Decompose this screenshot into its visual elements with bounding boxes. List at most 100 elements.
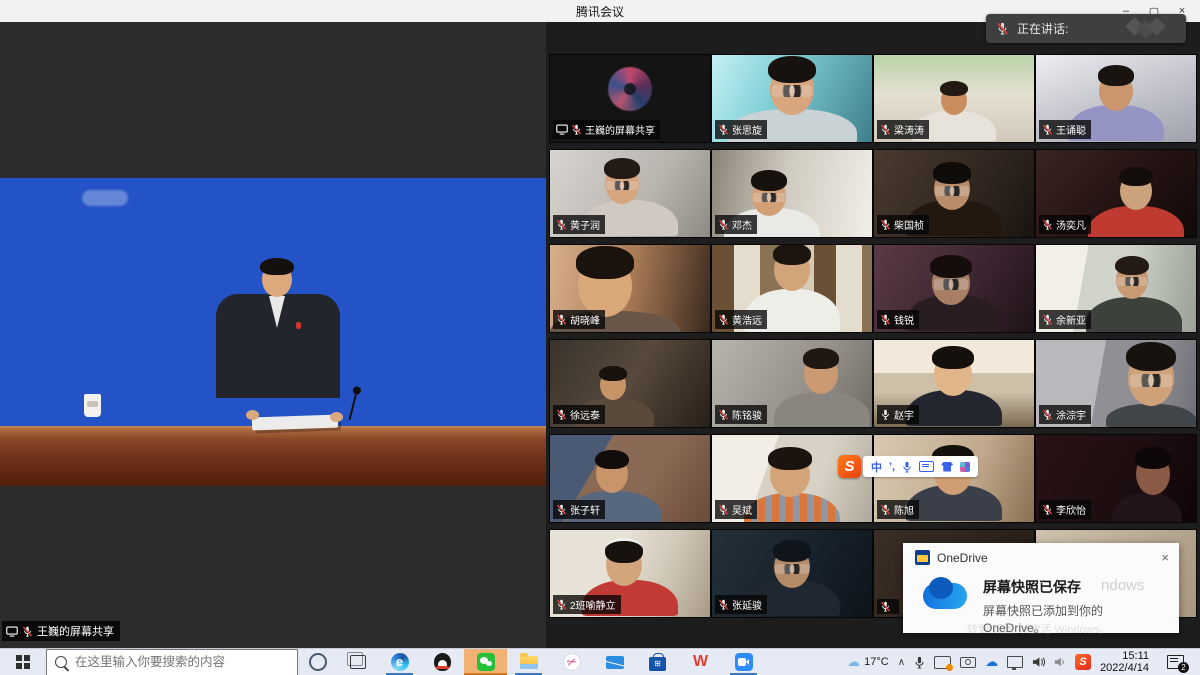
punctuation-toggle[interactable]: ’, — [889, 461, 895, 473]
tray-microphone-icon[interactable] — [914, 656, 925, 669]
action-center-button[interactable]: 2 — [1158, 649, 1192, 675]
participant-name: 张子轩 — [570, 502, 600, 517]
participant-tile[interactable]: 梁涛涛 — [874, 55, 1034, 142]
participant-face — [578, 255, 632, 317]
participant-tile[interactable]: 钱锐 — [874, 245, 1034, 332]
muted-mic-icon — [556, 599, 567, 610]
taskbar-search-box[interactable] — [46, 649, 298, 675]
participant-tile[interactable]: 黄浩远 — [712, 245, 872, 332]
system-tray: ☁ 17°C ∧ ☁ S 15:11 2022/4/14 — [847, 649, 1200, 675]
muted-mic-icon — [556, 504, 567, 515]
temperature: 17°C — [864, 656, 889, 668]
taskbar-app-file-explorer[interactable] — [507, 649, 550, 675]
activate-windows-watermark: 转到“设置”以激活 Windows。 — [967, 621, 1110, 637]
onedrive-tray-icon[interactable]: ☁ — [985, 654, 998, 670]
taskbar-app-mail[interactable] — [593, 649, 636, 675]
participant-name: 张思旋 — [732, 122, 762, 137]
muted-mic-icon — [880, 601, 891, 612]
participant-face — [606, 544, 642, 586]
weather-widget[interactable]: ☁ 17°C — [847, 654, 889, 670]
participant-face — [932, 261, 970, 305]
participant-face — [934, 352, 972, 396]
participant-tile[interactable]: 张子轩 — [550, 435, 710, 522]
taskbar-clock[interactable]: 15:11 2022/4/14 — [1100, 650, 1149, 675]
taskbar-app-wps[interactable]: W — [679, 649, 722, 675]
participant-tile[interactable]: 胡晓峰 — [550, 245, 710, 332]
participant-name-label: 张子轩 — [553, 500, 605, 519]
cortana-button[interactable] — [298, 649, 338, 675]
participant-tile[interactable]: 徐远泰 — [550, 340, 710, 427]
participant-name-label: 黄子润 — [553, 215, 605, 234]
voice-input-icon[interactable] — [902, 461, 912, 473]
participant-face — [770, 63, 814, 115]
participant-tile[interactable]: 张思旋 — [712, 55, 872, 142]
cortana-icon — [309, 653, 327, 671]
toolbox-icon[interactable] — [960, 462, 970, 472]
taskbar-app-tencent-meeting[interactable] — [722, 649, 765, 675]
taskbar-app-edge[interactable]: e — [378, 649, 421, 675]
participant-tile[interactable]: 张延骏 — [712, 530, 872, 617]
participant-tile[interactable]: 邓杰 — [712, 150, 872, 237]
participant-tile[interactable]: 黄子润 — [550, 150, 710, 237]
muted-mic-icon — [1042, 409, 1053, 420]
start-button[interactable] — [0, 649, 46, 675]
participant-tile[interactable]: 柴国桢 — [874, 150, 1034, 237]
muted-mic-icon — [556, 219, 567, 230]
participant-tile[interactable]: 赵宇 — [874, 340, 1034, 427]
onedrive-cloud-icon — [919, 579, 971, 613]
participant-name: 赵宇 — [894, 407, 914, 422]
participant-body — [744, 493, 840, 522]
sogou-toolbar-bar: 中 ’, — [863, 456, 978, 477]
participant-name-label — [877, 599, 899, 614]
participant-face — [774, 546, 810, 588]
onedrive-notification[interactable]: OneDrive × 屏幕快照已保存 屏幕快照已添加到你的 OneDrive。 … — [903, 543, 1179, 633]
muted-mic-icon — [880, 124, 891, 135]
taskbar-app-microsoft-store[interactable]: ⊞ — [636, 649, 679, 675]
participant-tile[interactable]: 2班喻静立 — [550, 530, 710, 617]
skin-icon[interactable] — [941, 462, 953, 472]
participant-tile[interactable]: 涂淙宇 — [1036, 340, 1196, 427]
participant-name-label: 赵宇 — [877, 405, 919, 424]
screen-share-label: 王巍的屏幕共享 — [2, 621, 120, 641]
speaker-icon[interactable] — [1032, 656, 1045, 668]
shared-screen-video[interactable] — [0, 178, 546, 486]
projection-icon[interactable] — [934, 656, 951, 669]
display-icon[interactable] — [1007, 656, 1023, 668]
screen-share-label-text: 王巍的屏幕共享 — [37, 623, 114, 639]
speaking-indicator[interactable]: 正在讲话: — [986, 14, 1186, 43]
hidden-icons-chevron[interactable]: ∧ — [898, 657, 905, 668]
participant-body — [1086, 297, 1182, 332]
muted-mic-icon — [718, 599, 729, 610]
participant-tile[interactable]: 吴斌 — [712, 435, 872, 522]
volume-mixer-icon[interactable] — [1054, 656, 1066, 668]
participant-tile[interactable]: 陈铭骏 — [712, 340, 872, 427]
participant-name: 陈旭 — [894, 502, 914, 517]
taskbar-app-qq[interactable] — [421, 649, 464, 675]
muted-mic-icon — [880, 504, 891, 515]
keyboard-icon[interactable] — [919, 461, 934, 472]
participant-name: 汤奕凡 — [1056, 217, 1086, 232]
notification-close-button[interactable]: × — [1161, 550, 1169, 565]
participant-name: 涂淙宇 — [1056, 407, 1086, 422]
participant-tile[interactable]: 王巍的屏幕共享 — [550, 55, 710, 142]
muted-mic-icon — [556, 314, 567, 325]
participant-name: 王诵聪 — [1056, 122, 1086, 137]
participant-tile[interactable]: 王诵聪 — [1036, 55, 1196, 142]
muted-mic-icon — [996, 22, 1009, 35]
taskbar-app-wechat[interactable] — [464, 649, 507, 675]
participant-tile[interactable]: 陈旭 — [874, 435, 1034, 522]
camera-icon[interactable] — [960, 657, 976, 668]
sogou-input-toolbar[interactable]: S 中 ’, — [838, 455, 978, 478]
search-input[interactable] — [73, 654, 277, 670]
edge-icon: e — [391, 653, 409, 671]
participant-tile[interactable]: 李欣怡 — [1036, 435, 1196, 522]
participant-tile[interactable]: 汤奕凡 — [1036, 150, 1196, 237]
participant-tile[interactable]: 余新亚 — [1036, 245, 1196, 332]
participant-name: 李欣怡 — [1056, 502, 1086, 517]
sogou-logo-icon[interactable]: S — [838, 455, 861, 478]
taskbar-app-screenshot-tool[interactable]: ✂ — [550, 649, 593, 675]
participant-grid: 王巍的屏幕共享张思旋 梁涛涛王诵聪黄子润 邓杰柴国桢汤奕凡胡晓峰黄浩远钱锐余新亚徐远… — [550, 55, 1196, 617]
sogou-tray-icon[interactable]: S — [1075, 654, 1091, 670]
task-view-button[interactable] — [338, 649, 378, 675]
chinese-mode-toggle[interactable]: 中 — [871, 459, 882, 475]
